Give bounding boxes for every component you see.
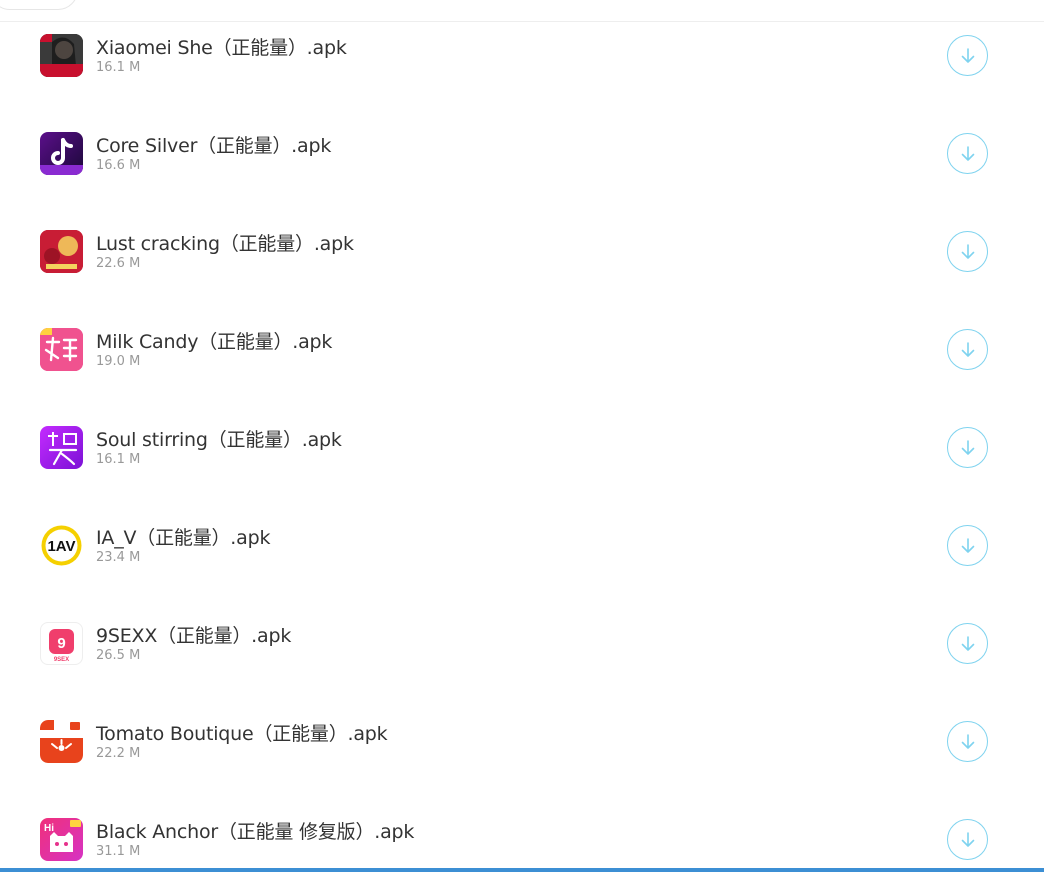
download-button[interactable] xyxy=(947,525,988,566)
list-item[interactable]: Core Silver（正能量）.apk 16.6 M xyxy=(0,120,1044,218)
list-item[interactable]: 9 9SEX 9SEXX（正能量）.apk 26.5 M xyxy=(0,610,1044,708)
download-button[interactable] xyxy=(947,721,988,762)
list-item[interactable]: Lust cracking（正能量）.apk 22.6 M xyxy=(0,218,1044,316)
download-arrow-icon xyxy=(961,47,974,63)
download-arrow-icon xyxy=(961,831,974,847)
file-size: 19.0 M xyxy=(96,354,141,369)
download-button[interactable] xyxy=(947,35,988,76)
list-item[interactable]: Milk Candy（正能量）.apk 19.0 M xyxy=(0,316,1044,414)
file-name: Tomato Boutique（正能量）.apk xyxy=(96,723,388,745)
list-item[interactable]: Hi Black Anchor（正能量 修复版）.apk 31.1 M xyxy=(0,806,1044,872)
file-size: 16.6 M xyxy=(96,158,141,173)
download-button[interactable] xyxy=(947,329,988,370)
svg-text:Hi: Hi xyxy=(44,823,54,834)
file-size: 22.6 M xyxy=(96,256,141,271)
tomato-boutique-app-icon xyxy=(40,720,83,763)
file-name: IA_V（正能量）.apk xyxy=(96,527,271,549)
iav-app-icon: 1AV xyxy=(40,524,83,567)
download-button[interactable] xyxy=(947,819,988,860)
file-size: 23.4 M xyxy=(96,550,141,565)
file-name: Milk Candy（正能量）.apk xyxy=(96,331,333,353)
download-button[interactable] xyxy=(947,427,988,468)
file-size: 16.1 M xyxy=(96,60,141,75)
svg-text:1AV: 1AV xyxy=(47,538,75,555)
lust-cracking-app-icon xyxy=(40,230,83,273)
bottom-scroll-edge xyxy=(0,868,1044,872)
file-name: Xiaomei She（正能量）.apk xyxy=(96,37,347,59)
list-item[interactable]: Soul stirring（正能量）.apk 16.1 M xyxy=(0,414,1044,512)
download-page: Xiaomei She（正能量）.apk 16.1 M Core Silver（… xyxy=(0,0,1044,872)
download-arrow-icon xyxy=(961,243,974,259)
download-button[interactable] xyxy=(947,623,988,664)
download-arrow-icon xyxy=(961,537,974,553)
file-name: Soul stirring（正能量）.apk xyxy=(96,429,342,451)
black-anchor-app-icon: Hi xyxy=(40,818,83,861)
soul-stirring-app-icon xyxy=(40,426,83,469)
9sexx-app-icon: 9 9SEX xyxy=(40,622,83,665)
list-item[interactable]: 1AV IA_V（正能量）.apk 23.4 M xyxy=(0,512,1044,610)
svg-text:9SEX: 9SEX xyxy=(54,657,69,663)
download-arrow-icon xyxy=(961,439,974,455)
svg-text:9: 9 xyxy=(57,635,65,652)
file-name: Black Anchor（正能量 修复版）.apk xyxy=(96,821,415,843)
list-item[interactable]: Xiaomei She（正能量）.apk 16.1 M xyxy=(0,22,1044,120)
file-size: 16.1 M xyxy=(96,452,141,467)
download-button[interactable] xyxy=(947,133,988,174)
download-arrow-icon xyxy=(961,145,974,161)
download-arrow-icon xyxy=(961,635,974,651)
search-box-edge[interactable] xyxy=(0,0,78,10)
file-size: 26.5 M xyxy=(96,648,141,663)
file-size: 31.1 M xyxy=(96,844,141,859)
xiaomei-she-app-icon xyxy=(40,34,83,77)
download-button[interactable] xyxy=(947,231,988,272)
file-name: Core Silver（正能量）.apk xyxy=(96,135,332,157)
core-silver-app-icon xyxy=(40,132,83,175)
file-name: Lust cracking（正能量）.apk xyxy=(96,233,354,255)
file-size: 22.2 M xyxy=(96,746,141,761)
download-arrow-icon xyxy=(961,733,974,749)
milk-candy-app-icon xyxy=(40,328,83,371)
list-item[interactable]: Tomato Boutique（正能量）.apk 22.2 M xyxy=(0,708,1044,806)
file-name: 9SEXX（正能量）.apk xyxy=(96,625,292,647)
download-arrow-icon xyxy=(961,341,974,357)
